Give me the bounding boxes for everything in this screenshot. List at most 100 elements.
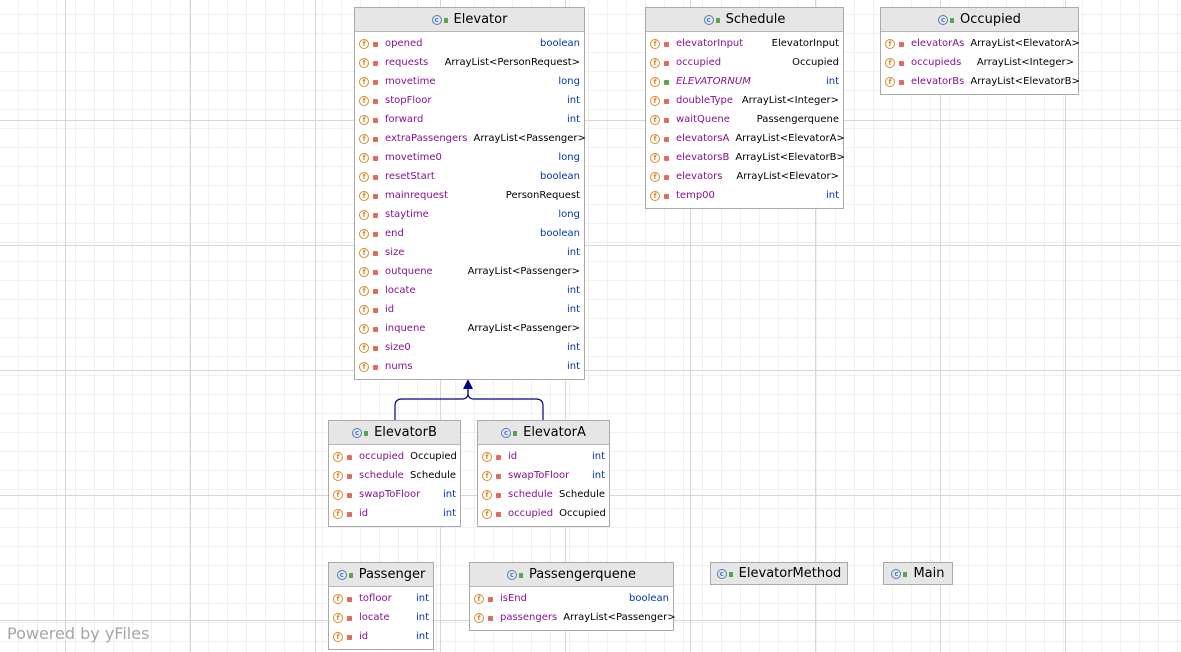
private-lock-icon bbox=[496, 493, 501, 498]
field-row[interactable]: f swapToFloor int bbox=[478, 466, 609, 485]
class-elevatorMethod[interactable]: c ElevatorMethod bbox=[710, 562, 848, 585]
field-icon: f bbox=[650, 57, 660, 68]
field-icon: f bbox=[359, 190, 369, 201]
field-icon: f bbox=[650, 171, 660, 182]
field-name: elevatorsB bbox=[676, 152, 730, 163]
field-row[interactable]: f schedule Schedule bbox=[329, 466, 460, 485]
field-name: mainrequest bbox=[385, 190, 448, 201]
field-row[interactable]: f mainrequest PersonRequest bbox=[355, 186, 584, 205]
public-static-icon bbox=[664, 80, 669, 85]
field-row[interactable]: f end boolean bbox=[355, 224, 584, 243]
field-row[interactable]: f requests ArrayList<PersonRequest> bbox=[355, 53, 584, 72]
field-row[interactable]: f elevatorInput ElevatorInput bbox=[646, 34, 843, 53]
private-lock-icon bbox=[496, 474, 501, 479]
field-name: end bbox=[385, 228, 404, 239]
field-type: int bbox=[825, 190, 839, 201]
field-type: Schedule bbox=[410, 470, 456, 481]
private-lock-icon bbox=[373, 156, 378, 161]
field-icon: f bbox=[359, 57, 369, 68]
field-type: int bbox=[415, 593, 429, 604]
field-row[interactable]: f waitQuene Passengerquene bbox=[646, 110, 843, 129]
class-passenger[interactable]: c Passenger f tofloor int f locate int f id int bbox=[328, 562, 434, 650]
field-name: swapToFloor bbox=[359, 489, 421, 500]
field-row[interactable]: f inquene ArrayList<Passenger> bbox=[355, 319, 584, 338]
field-row[interactable]: f size int bbox=[355, 243, 584, 262]
field-icon: f bbox=[333, 451, 343, 462]
field-row[interactable]: f nums int bbox=[355, 357, 584, 376]
private-lock-icon bbox=[373, 365, 378, 370]
field-name: nums bbox=[385, 361, 413, 372]
field-row[interactable]: f locate int bbox=[355, 281, 584, 300]
field-row[interactable]: f id int bbox=[329, 504, 460, 523]
field-row[interactable]: f doubleType ArrayList<Integer> bbox=[646, 91, 843, 110]
field-row[interactable]: f occupied Occupied bbox=[329, 447, 460, 466]
field-icon: f bbox=[333, 489, 343, 500]
field-row[interactable]: f schedule Schedule bbox=[478, 485, 609, 504]
field-name: inquene bbox=[385, 323, 426, 334]
field-row[interactable]: f resetStart boolean bbox=[355, 167, 584, 186]
field-name: doubleType bbox=[676, 95, 734, 106]
field-type: PersonRequest bbox=[505, 190, 580, 201]
field-row[interactable]: f occupied Occupied bbox=[478, 504, 609, 523]
field-row[interactable]: f locate int bbox=[329, 608, 433, 627]
class-header: c ElevatorMethod bbox=[711, 563, 847, 584]
field-row[interactable]: f elevatorsB ArrayList<ElevatorB> bbox=[646, 148, 845, 167]
field-icon: f bbox=[333, 470, 343, 481]
field-type: boolean bbox=[540, 171, 580, 182]
class-occupied[interactable]: c Occupied f elevatorAs ArrayList<ElevatorA>… bbox=[880, 7, 1080, 95]
field-row[interactable]: f movetime long bbox=[355, 72, 584, 91]
field-row[interactable]: f forward int bbox=[355, 110, 584, 129]
class-header: c Occupied bbox=[881, 8, 1078, 32]
class-main[interactable]: c Main bbox=[883, 562, 953, 585]
field-row[interactable]: f id int bbox=[478, 447, 609, 466]
field-type: ElevatorInput bbox=[771, 38, 839, 49]
class-elevatorB[interactable]: c ElevatorB f occupied Occupied f schedule Sche… bbox=[328, 420, 461, 527]
field-row[interactable]: f id int bbox=[329, 627, 433, 646]
field-row[interactable]: f tofloor int bbox=[329, 589, 433, 608]
field-row[interactable]: f size0 int bbox=[355, 338, 584, 357]
class-icon: c bbox=[716, 568, 733, 579]
field-icon: f bbox=[359, 323, 369, 334]
field-row[interactable]: f elevatorBs ArrayList<ElevatorB> bbox=[881, 72, 1080, 91]
field-row[interactable]: f swapToFloor int bbox=[329, 485, 460, 504]
field-name: size0 bbox=[385, 342, 411, 353]
class-header: c ElevatorA bbox=[478, 421, 609, 445]
field-row[interactable]: f id int bbox=[355, 300, 584, 319]
field-row[interactable]: f staytime long bbox=[355, 205, 584, 224]
field-row[interactable]: f movetime0 long bbox=[355, 148, 584, 167]
field-row[interactable]: f temp00 int bbox=[646, 186, 843, 205]
field-row[interactable]: f opened boolean bbox=[355, 34, 584, 53]
field-icon: f bbox=[650, 152, 660, 163]
field-row[interactable]: f ELEVATORNUM int bbox=[646, 72, 843, 91]
field-row[interactable]: f elevatorAs ArrayList<ElevatorA> bbox=[881, 34, 1080, 53]
private-lock-icon bbox=[373, 118, 378, 123]
field-name: waitQuene bbox=[676, 114, 730, 125]
field-row[interactable]: f isEnd boolean bbox=[470, 589, 673, 608]
field-type: ArrayList<Elevator> bbox=[736, 171, 839, 182]
field-name: extraPassengers bbox=[385, 133, 468, 144]
field-row[interactable]: f passengers ArrayList<Passenger> bbox=[470, 608, 676, 627]
private-lock-icon bbox=[664, 137, 669, 142]
field-row[interactable]: f outquene ArrayList<Passenger> bbox=[355, 262, 584, 281]
field-name: locate bbox=[385, 285, 416, 296]
field-icon: f bbox=[333, 593, 343, 604]
class-name: ElevatorB bbox=[374, 425, 437, 440]
field-row[interactable]: f elevators ArrayList<Elevator> bbox=[646, 167, 843, 186]
field-row[interactable]: f extraPassengers ArrayList<Passenger> bbox=[355, 129, 586, 148]
private-lock-icon bbox=[664, 175, 669, 180]
field-type: int bbox=[566, 247, 580, 258]
class-schedule[interactable]: c Schedule f elevatorInput ElevatorInput f occ… bbox=[645, 7, 845, 209]
field-list: f tofloor int f locate int f id int bbox=[329, 587, 433, 646]
field-row[interactable]: f occupieds ArrayList<Integer> bbox=[881, 53, 1078, 72]
field-type: int bbox=[566, 361, 580, 372]
field-icon: f bbox=[359, 247, 369, 258]
field-type: int bbox=[442, 489, 456, 500]
edge-elevatorA-to-elevator bbox=[467, 386, 544, 420]
field-row[interactable]: f occupied Occupied bbox=[646, 53, 843, 72]
class-passengerquene[interactable]: c Passengerquene f isEnd boolean f passengers A… bbox=[469, 562, 676, 631]
field-row[interactable]: f elevatorsA ArrayList<ElevatorA> bbox=[646, 129, 845, 148]
class-elevatorA[interactable]: c ElevatorA f id int f swapToFloor int f schedule… bbox=[477, 420, 610, 527]
field-row[interactable]: f stopFloor int bbox=[355, 91, 584, 110]
field-type: ArrayList<Integer> bbox=[741, 95, 839, 106]
class-elevator[interactable]: c Elevator f opened boolean f requests ArrayLis… bbox=[354, 7, 586, 380]
